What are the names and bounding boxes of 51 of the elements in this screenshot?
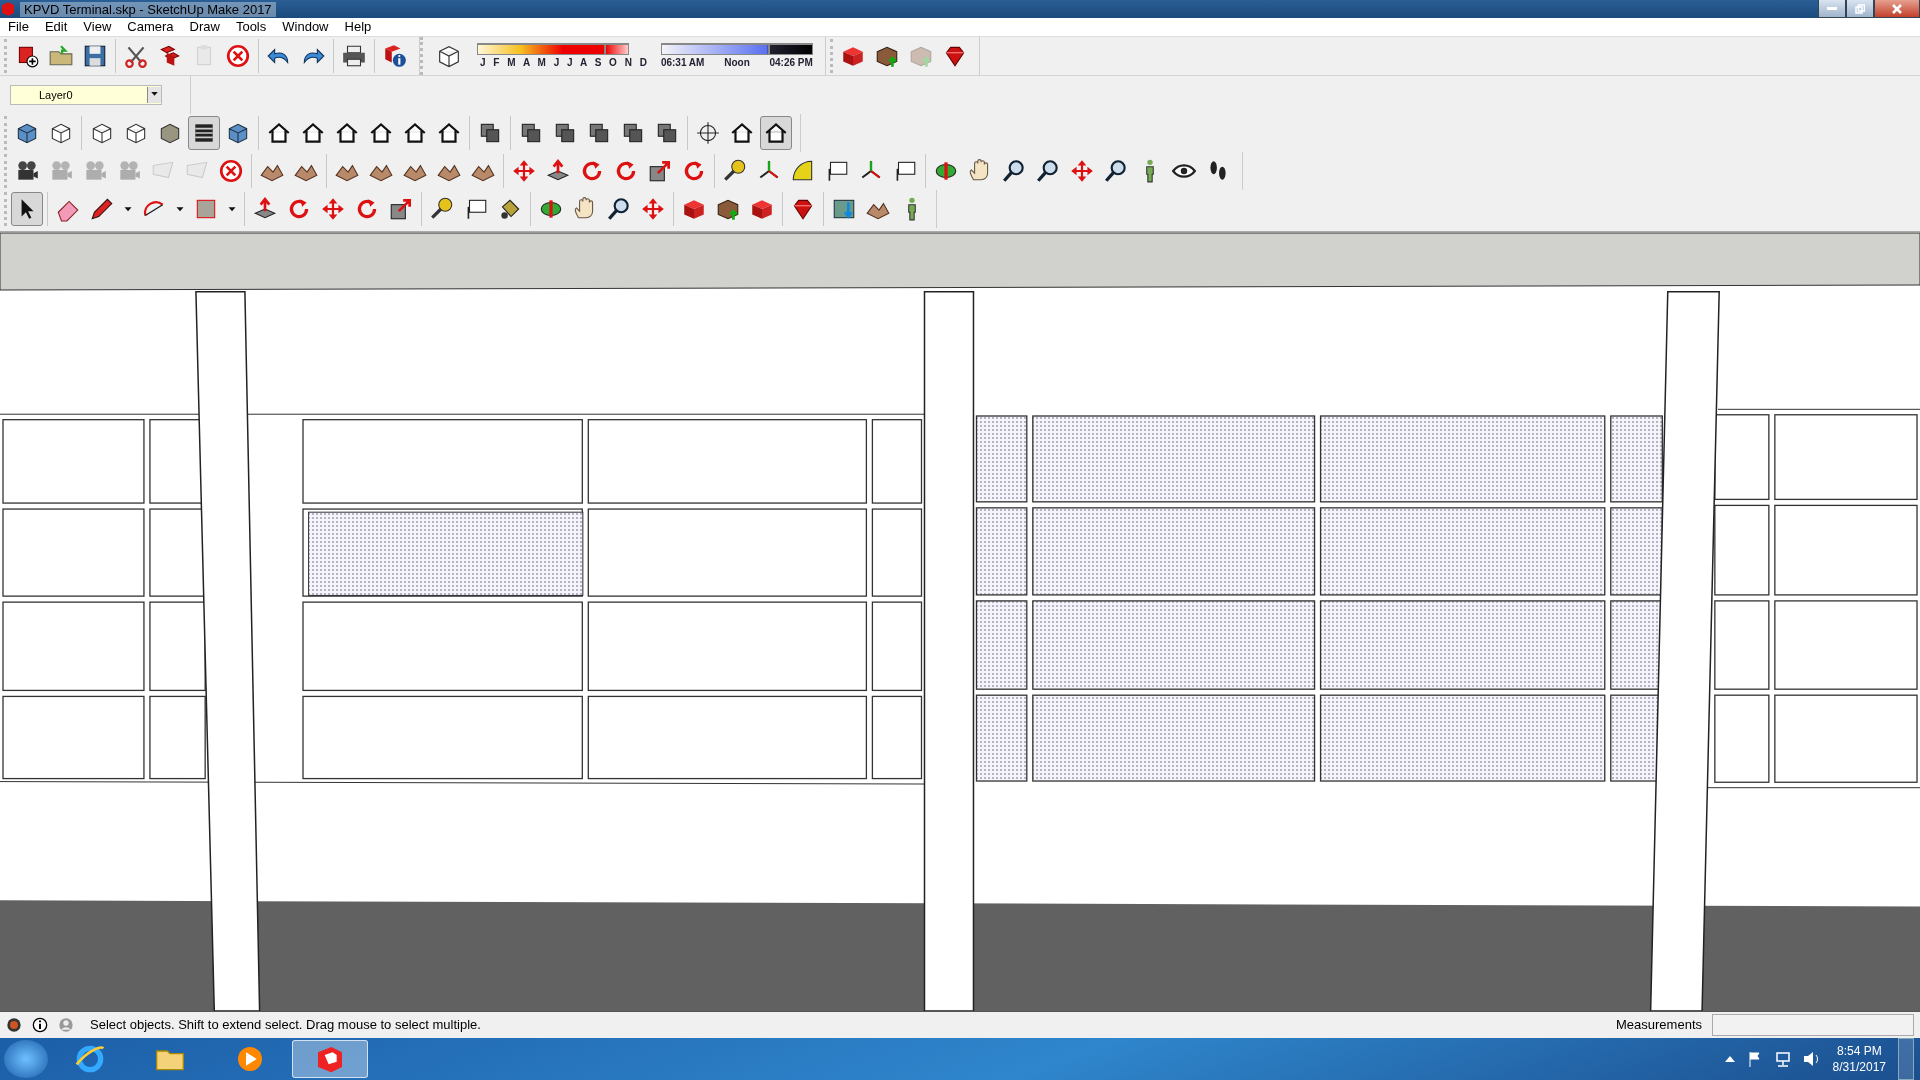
time-slider[interactable]: [660, 43, 813, 56]
window-title: KPVD Terminal.skp - SketchUp Make 2017: [20, 1, 276, 17]
info-circle-icon: [382, 42, 408, 69]
close-icon: [1892, 3, 1902, 14]
cross-circle-icon: [218, 157, 244, 184]
menu-item[interactable]: View: [75, 19, 120, 35]
maximize-button[interactable]: [1846, 0, 1874, 18]
magnifier-icon: [1001, 157, 1027, 184]
close-button[interactable]: [1874, 0, 1920, 18]
start-time: 06:31 AM: [660, 57, 705, 69]
app-logo-icon: [0, 1, 16, 18]
menu-item[interactable]: Help: [336, 19, 380, 35]
minimize-button[interactable]: [1818, 0, 1846, 18]
up-arrow-icon[interactable]: [1724, 1055, 1735, 1063]
measurements-field[interactable]: [1712, 1013, 1914, 1036]
magnifier-icon: [1035, 157, 1061, 184]
magnifier-icon: [1103, 157, 1129, 184]
flag-icon[interactable]: [1746, 1051, 1763, 1067]
speaker-icon[interactable]: [1802, 1051, 1821, 1067]
menu-item[interactable]: File: [0, 19, 37, 35]
menu-item[interactable]: Draw: [181, 19, 228, 35]
tool-button[interactable]: [188, 115, 220, 150]
status-message: Select objects. Shift to extend select. Drag mouse to select multiple.: [90, 1017, 481, 1033]
clock-date[interactable]: 8/31/2017: [1832, 1060, 1886, 1074]
end-time: 04:26 PM: [769, 57, 813, 69]
menu-item[interactable]: Camera: [119, 19, 182, 35]
layer-dropdown[interactable]: Layer0: [10, 84, 162, 105]
date-slider[interactable]: [477, 43, 629, 56]
start-button[interactable]: [4, 1040, 48, 1078]
pencil-icon: [89, 195, 115, 222]
menu-item[interactable]: Window: [274, 19, 337, 35]
measurements-label: Measurements: [1616, 1017, 1702, 1033]
tape-measure-icon: [429, 195, 455, 222]
clock-time[interactable]: 8:54 PM: [1836, 1044, 1882, 1058]
menu-item[interactable]: Tools: [227, 19, 275, 35]
browser-icon: [74, 1043, 106, 1075]
taskbar-app-button[interactable]: [292, 1040, 368, 1078]
restore-icon: [1855, 3, 1865, 14]
noon-label: Noon: [724, 57, 750, 69]
minimize-icon: [1827, 6, 1837, 11]
network-icon[interactable]: [1774, 1051, 1791, 1067]
cross-circle-icon: [225, 42, 251, 69]
month-labels: J F M A M J J A S O N D: [479, 57, 647, 69]
info-icon[interactable]: [32, 1016, 48, 1033]
crosshair-icon: [695, 119, 721, 146]
tool-button[interactable]: [11, 191, 43, 226]
tool-button[interactable]: [760, 115, 792, 150]
credits-icon: [6, 1016, 22, 1033]
menu-item[interactable]: Edit: [36, 19, 76, 35]
magnifier-icon: [606, 195, 632, 222]
tape-measure-icon: [722, 157, 748, 184]
